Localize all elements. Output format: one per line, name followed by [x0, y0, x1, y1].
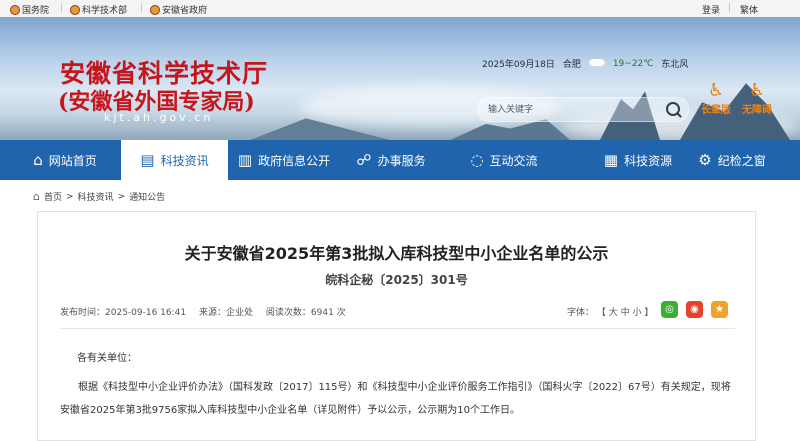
link-most-label: 科学技术部	[82, 6, 128, 16]
breadcrumb-notices[interactable]: 通知公告	[129, 190, 165, 203]
elderly-mode-label: 长辈版	[701, 105, 731, 116]
breadcrumb: ⌂ 首页 > 科技资讯 > 通知公告	[33, 190, 165, 203]
nav-home-label: 网站首页	[48, 153, 97, 168]
document-number: 皖科企秘〔2025〕301号	[325, 273, 468, 287]
article-title: 关于安徽省2025年第3批拟入库科技型中小企业名单的公示	[184, 244, 609, 263]
national-emblem-icon	[10, 4, 20, 15]
topbar-divider: |	[140, 3, 144, 13]
article-card: 关于安徽省2025年第3批拟入库科技型中小企业名单的公示 皖科企秘〔2025〕3…	[37, 211, 756, 441]
publish-time: 发布时间：2025-09-16 16:41	[60, 308, 186, 318]
handshake-icon: ☍	[356, 150, 372, 169]
font-size-options[interactable]: 【 大 中 小 】	[597, 308, 653, 318]
login-link[interactable]: 登录	[702, 3, 720, 16]
accessibility-button[interactable]: ♿ 无障碍	[738, 80, 776, 117]
link-state-council[interactable]: 国务院	[10, 3, 49, 16]
nav-services-label: 办事服务	[377, 153, 426, 168]
breadcrumb-tech-news[interactable]: 科技资讯	[78, 190, 114, 203]
breadcrumb-separator: >	[66, 191, 74, 202]
shield-icon: ⚙	[698, 150, 712, 169]
site-domain: kjt.ah.gov.cn	[104, 111, 214, 124]
nav-tech-news-label: 科技资讯	[160, 153, 209, 168]
topbar-divider: |	[60, 3, 64, 13]
search-input[interactable]	[486, 101, 660, 119]
wheelchair-icon: ♿	[748, 80, 766, 101]
search-icon[interactable]	[666, 102, 680, 116]
meta-divider	[60, 328, 735, 329]
elderly-icon: ♿	[707, 80, 725, 101]
article-meta: 发布时间：2025-09-16 16:41 来源：企业处 阅读次数：6941 次	[60, 305, 356, 318]
link-anhui-gov-label: 安徽省政府	[162, 6, 208, 16]
wind: 东北风	[661, 60, 689, 70]
nav-services[interactable]: ☍ 办事服务	[345, 140, 437, 180]
nav-tech-news[interactable]: ▤ 科技资讯	[121, 140, 228, 180]
national-emblem-icon	[70, 4, 80, 15]
views-label: 阅读次数：	[265, 308, 311, 318]
grid-icon: ▦	[603, 150, 619, 169]
source-label: 来源：	[199, 308, 227, 318]
breadcrumb-home[interactable]: 首页	[44, 190, 62, 203]
traditional-label: 繁体	[740, 6, 759, 16]
national-emblem-icon	[150, 4, 160, 15]
nav-resources[interactable]: ▦ 科技资源	[592, 140, 684, 180]
topbar-divider: |	[728, 3, 732, 13]
weibo-share-icon[interactable]: ◉	[686, 301, 703, 318]
home-icon: ⌂	[33, 190, 40, 203]
nav-interaction[interactable]: ◌ 互动交流	[458, 140, 550, 180]
site-header: 安徽省科学技术厅 (安徽省外国专家局) kjt.ah.gov.cn 2025年0…	[0, 17, 800, 140]
view-count: 阅读次数：6941 次	[266, 308, 346, 318]
chat-icon: ◌	[470, 150, 484, 169]
publish-label: 发布时间：	[60, 308, 106, 318]
main-nav: ⌂ 网站首页 ▤ 科技资讯 ▥ 政府信息公开 ☍ 办事服务 ◌ 互动交流 ▦ 科…	[0, 140, 800, 180]
traditional-chinese-link[interactable]: 繁体	[740, 3, 758, 16]
accessibility-label: 无障碍	[742, 105, 772, 116]
login-label: 登录	[702, 6, 721, 16]
city-name: 合肥	[562, 60, 581, 70]
home-icon: ⌂	[33, 150, 43, 169]
document-icon: ▤	[140, 150, 155, 169]
elderly-mode-button[interactable]: ♿ 长辈版	[697, 80, 735, 117]
top-bar: 国务院 | 科学技术部 | 安徽省政府 登录 | 繁体	[0, 0, 800, 18]
link-most[interactable]: 科学技术部	[70, 3, 127, 16]
font-size-label: 字体：	[567, 308, 595, 318]
salutation: 各有关单位：	[77, 353, 137, 364]
current-date: 2025年09月18日	[482, 60, 555, 70]
search-box	[477, 97, 689, 122]
book-icon: ▥	[237, 150, 253, 169]
link-anhui-gov[interactable]: 安徽省政府	[150, 3, 207, 16]
article-paragraph: 根据《科技型中小企业评价办法》（国科发政〔2017〕115号）和《科技型中小企业…	[60, 382, 731, 416]
font-size-control[interactable]: 字体： 【 大 中 小 】	[567, 305, 653, 318]
nav-home[interactable]: ⌂ 网站首页	[15, 140, 115, 180]
temperature: 19~22℃	[612, 58, 654, 69]
nav-gov-info[interactable]: ▥ 政府信息公开	[230, 140, 338, 180]
nav-discipline[interactable]: ⚙ 纪检之窗	[677, 140, 787, 180]
cloud-icon	[588, 59, 605, 68]
link-state-council-label: 国务院	[22, 6, 50, 16]
breadcrumb-separator: >	[117, 191, 126, 202]
views-value: 6941 次	[310, 308, 346, 318]
nav-gov-info-label: 政府信息公开	[258, 153, 331, 168]
wechat-share-icon[interactable]: ◎	[661, 301, 678, 318]
nav-discipline-label: 纪检之窗	[717, 153, 766, 168]
source: 来源：企业处	[199, 308, 253, 318]
date-weather: 2025年09月18日 合肥 19~22℃ 东北风	[482, 57, 689, 71]
nav-resources-label: 科技资源	[624, 153, 673, 168]
nav-interaction-label: 互动交流	[489, 153, 538, 168]
source-value: 企业处	[226, 308, 254, 318]
favorite-star-icon[interactable]: ★	[711, 301, 728, 318]
publish-value: 2025-09-16 16:41	[105, 308, 187, 318]
